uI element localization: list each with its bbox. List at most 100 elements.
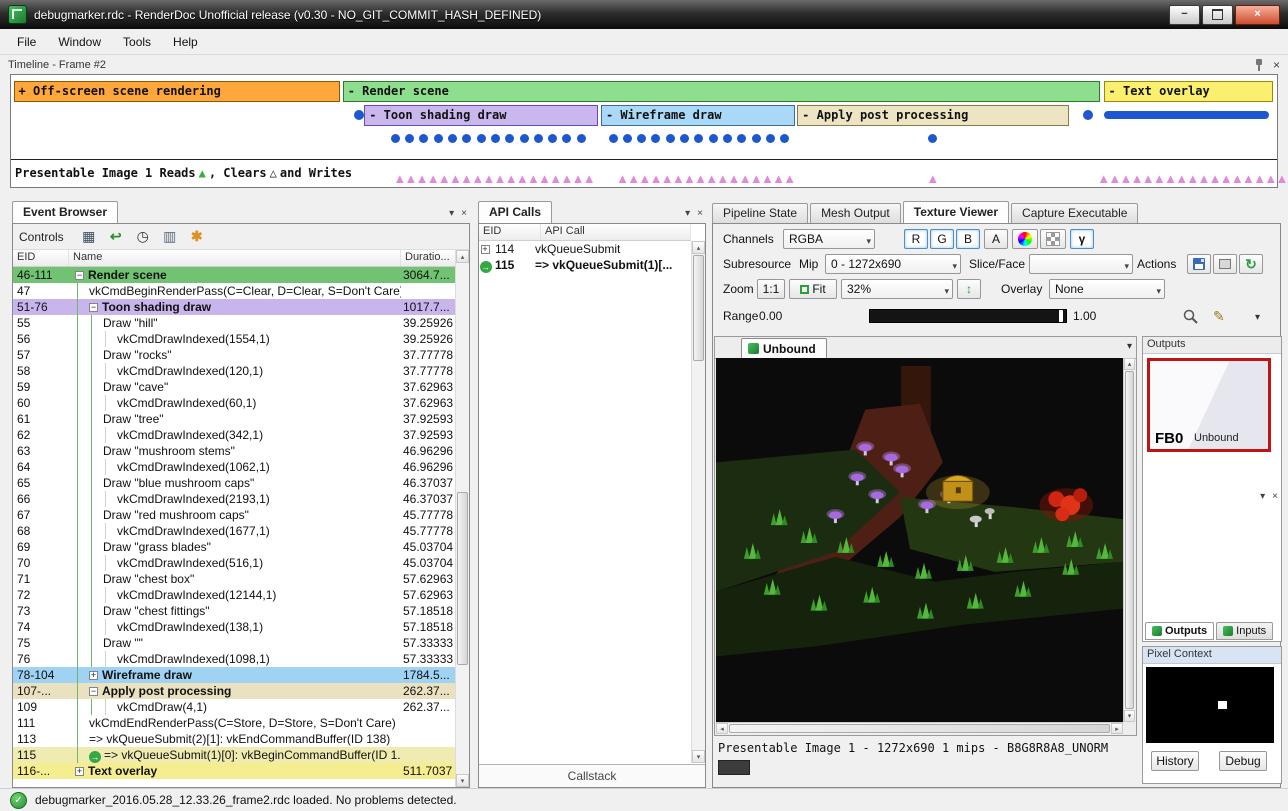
background-button[interactable] [1040,229,1066,249]
api-calls-scrollbar[interactable]: ▴ ▾ [691,241,705,763]
pixel-context-view[interactable] [1146,667,1274,743]
event-browser-scrollbar[interactable]: ▴ ▾ [455,250,469,787]
write-marker-triangle[interactable]: ▲ [926,172,939,185]
slice-face-select[interactable]: ▾ [1029,254,1133,274]
event-row[interactable]: 68vkCmdDrawIndexed(1677,1)45.77778 [13,523,455,539]
api-row[interactable]: →115=> vkQueueSubmit(1)[... [479,257,691,273]
timeline-toggle-icon[interactable]: ▦ [79,227,99,247]
drawcall-dot[interactable] [666,134,675,143]
channel-green-button[interactable]: G [930,229,954,249]
close-button[interactable]: × [1235,5,1280,25]
drawcall-dot[interactable] [448,134,457,143]
column-eid[interactable]: EID [13,250,69,266]
event-row[interactable]: 113=> vkQueueSubmit(2)[1]: vkEndCommandB… [13,731,455,747]
flip-y-button[interactable]: ↕ [957,279,981,299]
event-row[interactable]: 71Draw "chest box"57.62963 [13,571,455,587]
submit-bar[interactable] [1104,111,1270,119]
drawcall-dot[interactable] [354,110,364,120]
menu-item-window[interactable]: Window [47,31,112,53]
write-marker-triangle[interactable]: ▲ [783,172,796,185]
drawcall-dot[interactable] [637,134,646,143]
timeline-section-bar[interactable]: - Toon shading draw [364,105,598,126]
event-row[interactable]: 73Draw "chest fittings"57.18518 [13,603,455,619]
texture-image[interactable] [716,358,1123,722]
timeline-section-bar[interactable]: - Apply post processing [797,105,1069,126]
event-row[interactable]: 107-...−Apply post processing262.37... [13,683,455,699]
drawcall-dot[interactable] [737,134,746,143]
event-row[interactable]: 111vkCmdEndRenderPass(C=Store, D=Store, … [13,715,455,731]
title-bar[interactable]: debugmarker.rdc - RenderDoc Unofficial r… [0,0,1288,29]
drawcall-dot[interactable] [709,134,718,143]
scrollbar-thumb[interactable] [1125,371,1134,709]
expand-toggle-icon[interactable]: + [89,671,98,680]
minimize-button[interactable]: − [1169,5,1200,25]
drawcall-dot[interactable] [1083,110,1093,120]
drawcall-dot[interactable] [562,134,571,143]
save-button[interactable] [1187,254,1211,274]
panel-close-icon[interactable]: × [1272,491,1278,502]
drawcall-dot[interactable] [780,134,789,143]
drawcall-dot[interactable] [534,134,543,143]
zoom-range-button[interactable] [1183,309,1199,328]
drawcall-dot[interactable] [462,134,471,143]
tab-unbound-texture[interactable]: Unbound [741,338,827,358]
event-row[interactable]: 115→=> vkQueueSubmit(1)[0]: vkBeginComma… [13,747,455,763]
range-slider[interactable] [869,309,1067,323]
statistics-icon[interactable]: ▥ [160,227,180,247]
drawcall-dot[interactable] [694,134,703,143]
drawcall-dot[interactable] [391,134,400,143]
scrollbar-thumb[interactable] [457,492,468,666]
event-row[interactable]: 65Draw "blue mushroom caps"46.37037 [13,475,455,491]
texture-vertical-scrollbar[interactable]: ▴ ▾ [1123,358,1135,722]
event-row[interactable]: 56vkCmdDrawIndexed(1554,1)39.25926 [13,331,455,347]
menu-item-help[interactable]: Help [162,31,209,53]
mip-select[interactable]: 0 - 1272x690 ▾ [825,254,961,274]
drawcall-dot[interactable] [723,134,732,143]
pin-icon[interactable] [1253,58,1265,72]
channel-alpha-button[interactable]: A [984,229,1008,249]
drawcall-dot[interactable] [491,134,500,143]
drawcall-dot[interactable] [548,134,557,143]
write-marker-triangle[interactable]: ▲ [583,172,596,185]
event-row[interactable]: 67Draw "red mushroom caps"45.77778 [13,507,455,523]
timeline-close-icon[interactable]: × [1273,59,1280,71]
event-row[interactable]: 66vkCmdDrawIndexed(2193,1)46.37037 [13,491,455,507]
event-row[interactable]: 116-...+Text overlay511.7037 [13,763,455,779]
event-row[interactable]: 69Draw "grass blades"45.03704 [13,539,455,555]
maximize-button[interactable] [1202,5,1233,25]
event-row[interactable]: 72vkCmdDrawIndexed(12144,1)57.62963 [13,587,455,603]
panel-close-icon[interactable]: × [461,208,467,219]
drawcall-dot[interactable] [752,134,761,143]
menu-item-file[interactable]: File [6,31,47,53]
expand-toggle-icon[interactable]: − [89,303,98,312]
autofit-wand-icon[interactable]: ✎ [1213,306,1225,326]
column-name[interactable]: Name [69,250,401,266]
column-api-call[interactable]: API Call [541,224,691,240]
scroll-up-icon[interactable]: ▴ [1124,358,1135,370]
tab-pipeline-state[interactable]: Pipeline State [712,203,808,223]
event-row[interactable]: 78-104+Wireframe draw1784.5... [13,667,455,683]
scroll-down-icon[interactable]: ▾ [692,750,705,763]
event-row[interactable]: 76vkCmdDrawIndexed(1098,1)57.33333 [13,651,455,667]
tab-outputs[interactable]: Outputs [1145,622,1214,640]
scroll-right-icon[interactable]: ▸ [1111,723,1123,734]
drawcall-dot[interactable] [623,134,632,143]
scrollbar-thumb[interactable] [693,255,704,361]
tab-event-browser[interactable]: Event Browser [12,201,118,223]
event-row[interactable]: 109vkCmdDraw(4,1)262.37... [13,699,455,715]
column-eid[interactable]: EID [479,224,541,240]
scroll-up-icon[interactable]: ▴ [456,250,469,263]
drawcall-dot[interactable] [766,134,775,143]
event-row[interactable]: 47vkCmdBeginRenderPass(C=Clear, D=Clear,… [13,283,455,299]
bookmark-icon[interactable]: ✱ [187,227,207,247]
panel-close-icon[interactable]: × [697,208,703,219]
callstack-section[interactable]: Callstack [479,764,705,787]
api-row[interactable]: +114vkQueueSubmit [479,241,691,257]
event-row[interactable]: 46-111−Render scene3064.7... [13,267,455,283]
drawcall-dot[interactable] [651,134,660,143]
drawcall-dot[interactable] [434,134,443,143]
event-row[interactable]: 51-76−Toon shading draw1017.7... [13,299,455,315]
expand-toggle-icon[interactable]: + [481,245,490,254]
gamma-button[interactable]: γ [1070,229,1094,249]
menu-item-tools[interactable]: Tools [112,31,162,53]
